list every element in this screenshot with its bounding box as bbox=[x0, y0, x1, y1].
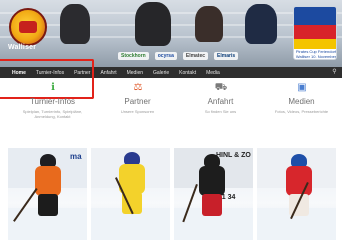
board-text: HINL & ZO bbox=[216, 152, 251, 159]
player-jersey bbox=[286, 166, 312, 196]
car-icon: ⛟ bbox=[214, 82, 228, 93]
event-logo-text: Pirates Cup Feriendorf Walliser 10. Nove… bbox=[295, 49, 337, 59]
tile-description: Spielplan, Turnierinfo, Spielpläne, Anme… bbox=[22, 109, 83, 119]
gallery-photo[interactable]: ma bbox=[8, 148, 87, 240]
board-text: ma bbox=[70, 152, 82, 161]
player-jersey bbox=[35, 166, 61, 196]
header-banner: Walliser Stockhorn ocyrsa Elmatec Elmari… bbox=[0, 0, 342, 67]
info-icon: ℹ bbox=[51, 82, 55, 93]
banner-stripe bbox=[0, 36, 342, 38]
nav-item-media[interactable]: Media bbox=[206, 70, 220, 76]
nav-item-galerie[interactable]: Galerie bbox=[153, 70, 169, 76]
search-icon[interactable]: ⚲ bbox=[331, 69, 338, 76]
tile-title: Turnier-Infos bbox=[29, 97, 76, 106]
nav-item-anfahrt[interactable]: Anfahrt bbox=[100, 70, 116, 76]
sponsor-logos: Stockhorn ocyrsa Elmatec Elmaris bbox=[118, 50, 298, 62]
player-jersey bbox=[199, 166, 225, 196]
tile-partner[interactable]: ⚖ Partner Unsere Sponsoren bbox=[95, 80, 180, 130]
tile-description: So finden Sie uns bbox=[204, 109, 237, 114]
gallery-photo[interactable]: HINL & ZO 821 34 bbox=[174, 148, 253, 240]
banner-player-image bbox=[245, 4, 277, 44]
banner-player-image bbox=[60, 4, 90, 44]
banner-player-image bbox=[135, 2, 171, 46]
feature-tiles: ℹ Turnier-Infos Spielplan, Turnierinfo, … bbox=[0, 80, 342, 130]
tile-description: Fotos, Videos, Presseberichte bbox=[274, 109, 329, 114]
gallery-photo[interactable] bbox=[257, 148, 336, 240]
gallery-photo[interactable] bbox=[91, 148, 170, 240]
tile-description: Unsere Sponsoren bbox=[120, 109, 155, 114]
player-legs bbox=[38, 194, 58, 216]
nav-item-kontakt[interactable]: Kontakt bbox=[179, 70, 196, 76]
event-logo-flag bbox=[294, 25, 336, 39]
tile-title: Anfahrt bbox=[207, 97, 234, 106]
handshake-icon: ⚖ bbox=[133, 82, 143, 93]
sponsor-logo: Stockhorn bbox=[118, 52, 149, 60]
event-logo-flag bbox=[294, 39, 336, 49]
banner-stripe bbox=[0, 24, 342, 26]
club-logo[interactable] bbox=[9, 8, 47, 46]
site-title: Walliser bbox=[8, 44, 37, 51]
sponsor-logo: Elmaris bbox=[214, 52, 239, 60]
sponsor-logo: ocyrsa bbox=[154, 52, 177, 60]
event-logo[interactable]: Pirates Cup Feriendorf Walliser 10. Nove… bbox=[293, 6, 337, 60]
player-legs bbox=[202, 194, 222, 216]
sponsor-logo: Elmatec bbox=[182, 52, 209, 60]
tile-title: Partner bbox=[124, 97, 151, 106]
nav-item-medien[interactable]: Medien bbox=[127, 70, 143, 76]
event-logo-flag bbox=[294, 7, 336, 25]
banner-player-image bbox=[195, 6, 223, 42]
photo-gallery-row: ma HINL & ZO 821 34 bbox=[0, 148, 342, 240]
camera-icon: ▣ bbox=[297, 82, 307, 93]
tile-title: Medien bbox=[288, 97, 315, 106]
tile-medien[interactable]: ▣ Medien Fotos, Videos, Presseberichte bbox=[259, 80, 342, 130]
tile-turnier-infos[interactable]: ℹ Turnier-Infos Spielplan, Turnierinfo, … bbox=[10, 80, 95, 130]
tile-anfahrt[interactable]: ⛟ Anfahrt So finden Sie uns bbox=[178, 80, 263, 130]
banner-stripe bbox=[0, 12, 342, 14]
club-logo-emblem bbox=[19, 21, 37, 33]
